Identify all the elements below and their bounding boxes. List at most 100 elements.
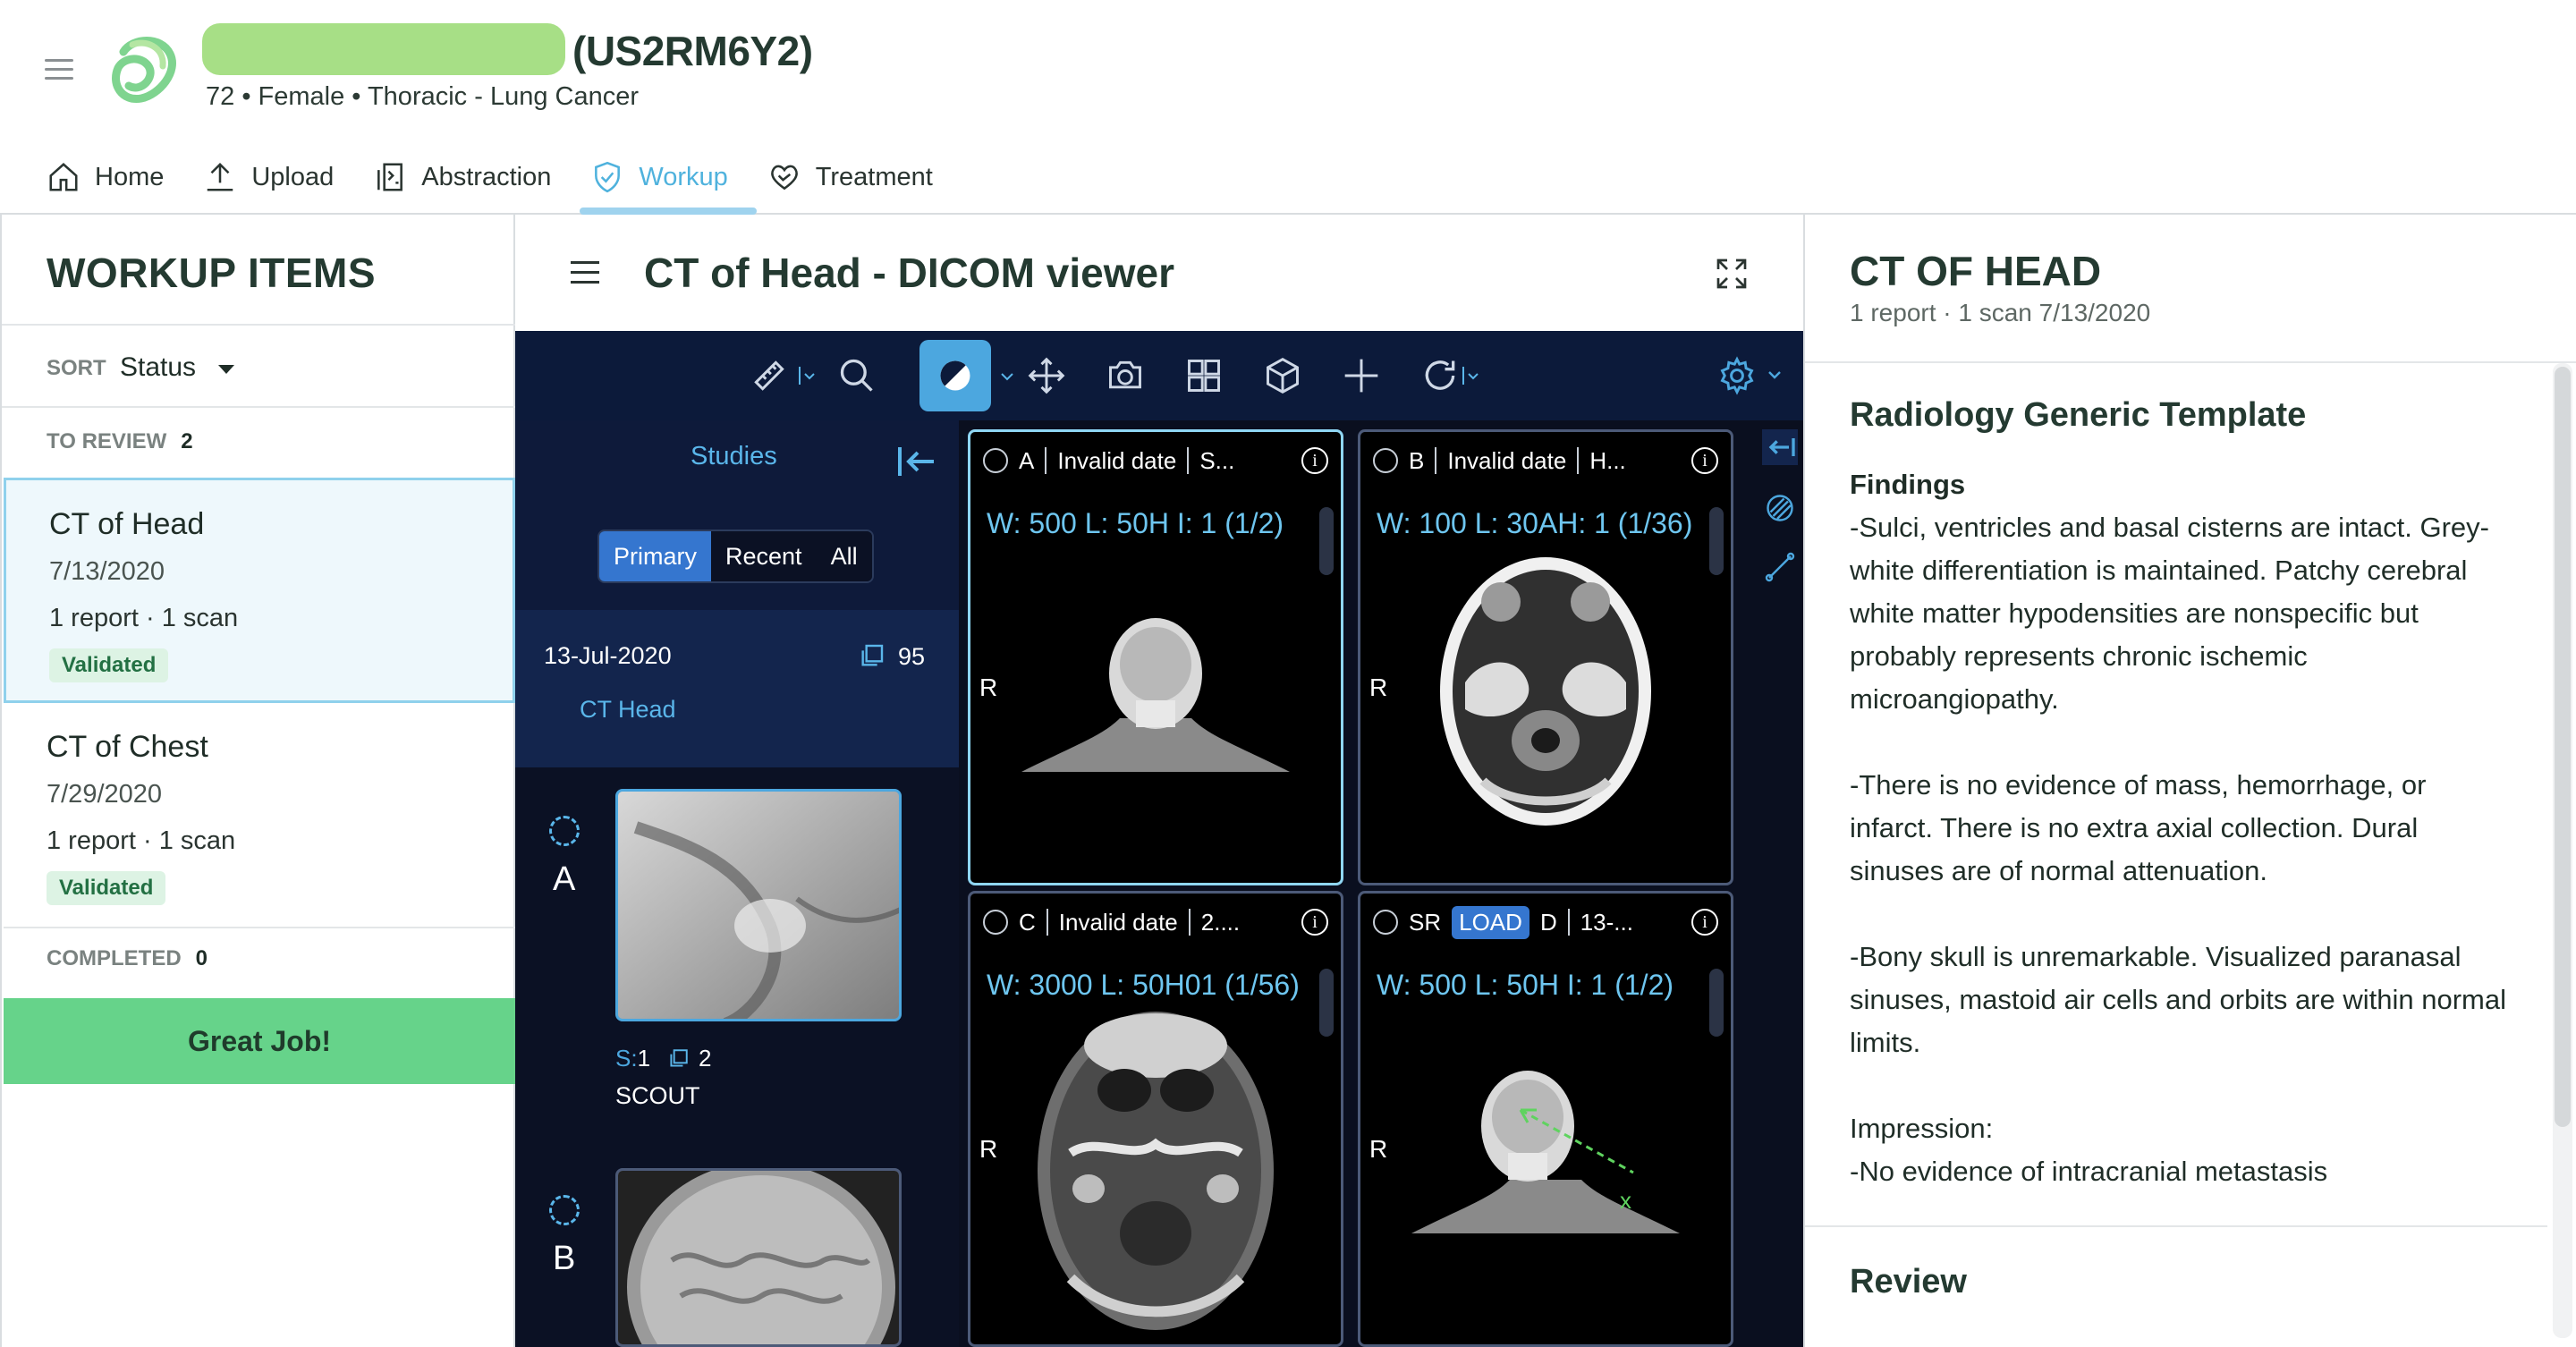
- fullscreen-icon[interactable]: [1714, 256, 1750, 292]
- viewer-menu-icon[interactable]: [571, 261, 599, 291]
- annotation-marker[interactable]: x: [1620, 1187, 1631, 1215]
- workup-item-title: CT of Head: [49, 507, 205, 541]
- panel-title: WORKUP ITEMS: [47, 250, 377, 296]
- nav-workup-label: Workup: [639, 162, 728, 191]
- nav-home-label: Home: [95, 162, 165, 191]
- window-level-readout: W: 3000 L: 50H01 (1/56): [987, 969, 1300, 1001]
- top-bar: (US2RM6Y2) 72 • Female • Thoracic - Lung…: [0, 0, 2576, 215]
- series-name: SCOUT: [615, 1082, 700, 1109]
- viewport-c[interactable]: C Invalid date 2.... i W: 3000 L: 50H01 …: [968, 891, 1343, 1347]
- findings-heading: Findings: [1850, 469, 1966, 500]
- 3d-cube-icon[interactable]: [1258, 351, 1308, 401]
- study-count: 95: [857, 642, 925, 671]
- filter-primary[interactable]: Primary: [599, 531, 711, 581]
- collapse-left-icon[interactable]: [894, 444, 937, 479]
- camera-icon[interactable]: [1100, 351, 1150, 401]
- viewport-select-radio[interactable]: [1373, 448, 1398, 473]
- scout-frontal-annotated-image: [1411, 1071, 1680, 1233]
- workup-item-ct-chest[interactable]: CT of Chest 7/29/2020 1 report · 1 scan …: [4, 703, 515, 928]
- viewport-scrollbar[interactable]: [1319, 969, 1334, 1037]
- viewport-desc: 13-...: [1580, 908, 1633, 936]
- load-button[interactable]: LOAD: [1452, 905, 1530, 939]
- sort-label: SORT: [47, 356, 106, 380]
- series-letter: A: [553, 860, 576, 898]
- chevron-down-icon[interactable]: [1462, 367, 1479, 385]
- orientation-marker: R: [979, 674, 998, 701]
- viewport-desc: 2....: [1200, 908, 1241, 936]
- pan-icon[interactable]: [1021, 351, 1072, 401]
- layout-icon[interactable]: [1179, 351, 1229, 401]
- main-nav: Home Upload Abstraction Workup Treatment: [36, 143, 962, 215]
- gear-icon[interactable]: [1712, 351, 1762, 401]
- reset-icon[interactable]: [1415, 351, 1465, 401]
- viewport-select-radio[interactable]: [983, 448, 1008, 473]
- chevron-down-icon[interactable]: [798, 367, 816, 385]
- workup-item-title: CT of Chest: [47, 730, 208, 764]
- filter-all[interactable]: All: [816, 531, 872, 581]
- viewport-select-radio[interactable]: [1373, 910, 1398, 935]
- scout-frontal-image: [1021, 618, 1290, 772]
- viewport-grid: A Invalid date S... i W: 500 L: 50H I: 1…: [968, 429, 1755, 1347]
- viewport-select-radio[interactable]: [983, 910, 1008, 935]
- studies-header: Studies: [515, 420, 959, 501]
- filter-recent[interactable]: Recent: [711, 531, 817, 581]
- report-template-title: Radiology Generic Template: [1850, 396, 2307, 434]
- viewport-scrollbar[interactable]: [1319, 507, 1334, 575]
- zoom-icon[interactable]: [832, 351, 882, 401]
- info-icon[interactable]: i: [1691, 447, 1718, 474]
- crosshair-icon[interactable]: [1336, 351, 1386, 401]
- chevron-down-icon[interactable]: [1766, 367, 1784, 385]
- series-letter: B: [553, 1240, 576, 1277]
- line-tool-icon[interactable]: [1764, 551, 1796, 583]
- studies-panel: Studies Primary Recent All 13-Jul-2020 9…: [515, 420, 959, 1347]
- nav-treatment[interactable]: Treatment: [757, 143, 962, 211]
- ruler-icon[interactable]: [744, 351, 794, 401]
- report-title: CT OF HEAD: [1850, 248, 2102, 294]
- viewport-scrollbar[interactable]: [1709, 969, 1724, 1037]
- viewport-label: B: [1409, 446, 1425, 474]
- hatch-icon[interactable]: [1764, 492, 1796, 524]
- nav-abstraction[interactable]: Abstraction: [362, 143, 580, 211]
- nav-workup[interactable]: Workup: [580, 143, 758, 215]
- study-description: CT Head: [580, 696, 676, 723]
- chevron-down-icon[interactable]: [998, 367, 1016, 385]
- nav-home[interactable]: Home: [36, 143, 192, 211]
- study-date: 13-Jul-2020: [544, 642, 672, 669]
- info-icon[interactable]: i: [1301, 909, 1328, 936]
- expand-left-icon[interactable]: [1762, 429, 1798, 465]
- viewer-side-tools: [1755, 420, 1803, 1347]
- series-drag-handle[interactable]: [549, 1195, 580, 1225]
- head-bone-window-image: [1038, 1012, 1274, 1330]
- series-thumbnail[interactable]: [615, 1168, 902, 1347]
- viewport-scrollbar[interactable]: [1709, 507, 1724, 575]
- study-entry[interactable]: 13-Jul-2020 95 CT Head: [515, 610, 959, 767]
- to-review-label: TO REVIEW: [47, 429, 167, 453]
- viewport-b[interactable]: B Invalid date H... i W: 100 L: 30AH: 1 …: [1358, 429, 1733, 885]
- menu-icon[interactable]: [45, 59, 73, 80]
- window-level-icon[interactable]: [919, 340, 991, 411]
- nav-upload[interactable]: Upload: [192, 143, 362, 211]
- chevron-down-icon[interactable]: [218, 365, 234, 374]
- study-count-value: 95: [898, 642, 926, 670]
- to-review-count: 2: [181, 429, 193, 453]
- sort-control[interactable]: SORT Status: [2, 324, 515, 408]
- orientation-marker: R: [1369, 1135, 1388, 1163]
- report-body: Radiology Generic Template Findings -Sul…: [1850, 394, 2512, 1193]
- workup-items-panel: WORKUP ITEMS SORT Status TO REVIEW 2 CT o…: [0, 215, 515, 1347]
- viewport-a[interactable]: A Invalid date S... i W: 500 L: 50H I: 1…: [968, 429, 1343, 885]
- info-icon[interactable]: i: [1691, 909, 1718, 936]
- viewport-d[interactable]: SR LOAD D 13-... i W: 500 L: 50H I: 1 (1…: [1358, 891, 1733, 1347]
- workup-item-ct-head[interactable]: CT of Head 7/13/2020 1 report · 1 scan V…: [4, 478, 515, 703]
- dicom-viewer-panel: CT of Head - DICOM viewer Studies Primar…: [515, 215, 1803, 1347]
- series-drag-handle[interactable]: [549, 816, 580, 846]
- nav-treatment-label: Treatment: [815, 162, 933, 191]
- viewport-desc: H...: [1589, 446, 1626, 474]
- sort-value[interactable]: Status: [120, 352, 196, 383]
- info-icon[interactable]: i: [1301, 447, 1328, 474]
- workup-item-meta: 1 report · 1 scan: [47, 826, 236, 855]
- report-scrollbar[interactable]: [2555, 367, 2571, 1127]
- series-thumbnail[interactable]: [615, 789, 902, 1021]
- heart-hand-icon: [770, 165, 798, 191]
- window-level-readout: W: 500 L: 50H I: 1 (1/2): [987, 507, 1284, 539]
- series-s-value: 1: [637, 1045, 651, 1072]
